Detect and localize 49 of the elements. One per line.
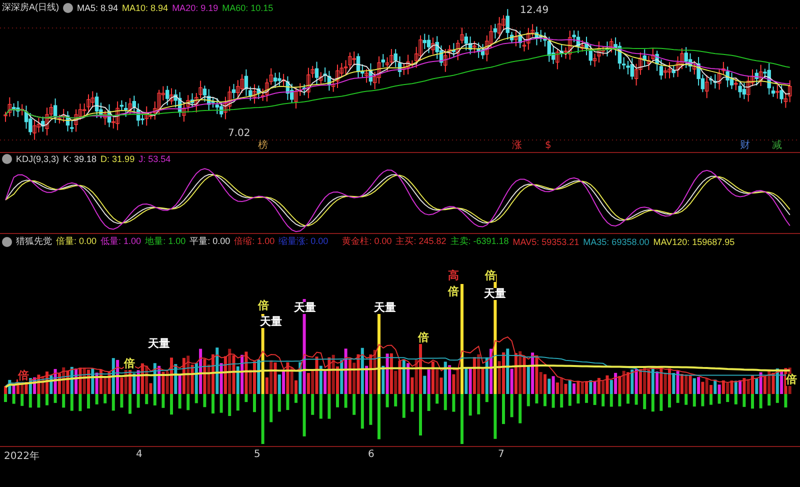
date-axis-label: 7 bbox=[498, 449, 504, 460]
event-tag[interactable]: $ bbox=[545, 140, 552, 152]
volume-signal-label: 天量 bbox=[260, 316, 282, 328]
event-tag[interactable]: 减 bbox=[772, 140, 782, 152]
indicator-value: 黄金柱: 0.00 bbox=[342, 235, 392, 248]
indicator-value: 倍缩: 1.00 bbox=[234, 235, 275, 248]
indicator-value: MA10: 8.94 bbox=[122, 2, 168, 12]
volume-signal-label: 倍 bbox=[485, 270, 496, 282]
indicator-value: J: 53.54 bbox=[138, 154, 171, 164]
event-tag[interactable]: 榜 bbox=[258, 140, 268, 152]
volume-signal-label: 倍 bbox=[18, 370, 29, 382]
volume-signal-label: 倍 bbox=[258, 300, 269, 312]
indicator-value: 主卖: -6391.18 bbox=[450, 235, 509, 248]
volume-signal-label: 倍 bbox=[786, 374, 797, 386]
indicator-value: 倍量: 0.00 bbox=[56, 235, 97, 248]
toggle-icon[interactable] bbox=[2, 236, 12, 246]
indicator-title: KDJ(9,3,3) bbox=[16, 154, 60, 164]
indicator-value: MA5: 8.94 bbox=[77, 2, 118, 12]
indicator-value: MA35: 69358.00 bbox=[583, 236, 650, 246]
indicator-value: 地量: 1.00 bbox=[145, 235, 186, 248]
volume-signal-label: 倍 bbox=[418, 332, 429, 344]
volume-signal-label: 高 bbox=[448, 270, 459, 282]
indicator-value: MA60: 10.15 bbox=[222, 2, 274, 12]
indicator-value: MAV120: 159687.95 bbox=[653, 236, 735, 246]
date-axis-label: 4 bbox=[136, 449, 142, 460]
event-tag[interactable]: 涨 bbox=[512, 140, 522, 152]
volume-signal-label: 天量 bbox=[484, 288, 506, 300]
low-price-label: 7.02 bbox=[228, 128, 250, 140]
indicator-value: 主买: 245.82 bbox=[396, 235, 446, 248]
date-axis-label: 5 bbox=[254, 449, 260, 460]
indicator-value: MA20: 9.19 bbox=[172, 2, 218, 12]
volume-signal-label: 天量 bbox=[374, 302, 396, 314]
indicator-value: K: 39.18 bbox=[63, 154, 97, 164]
date-axis-label: 6 bbox=[368, 449, 374, 460]
volume-signal-label: 天量 bbox=[148, 338, 170, 350]
volume-signal-label: 倍 bbox=[448, 286, 459, 298]
event-tag[interactable]: 财 bbox=[740, 140, 750, 152]
indicator-value: 缩量涨: 0.00 bbox=[278, 235, 328, 248]
indicator-value: 低量: 1.00 bbox=[100, 235, 142, 248]
indicator-value: MAV5: 59353.21 bbox=[512, 236, 580, 246]
stock-title: 深深房A(日线) bbox=[2, 1, 59, 14]
volume-signal-label: 天量 bbox=[294, 302, 316, 314]
indicator-value: D: 31.99 bbox=[100, 154, 135, 164]
toggle-icon[interactable] bbox=[2, 154, 12, 164]
indicator-title: 猎狐先觉 bbox=[16, 235, 52, 248]
volume-signal-label: 倍 bbox=[124, 358, 135, 370]
toggle-icon[interactable] bbox=[63, 2, 73, 12]
indicator-value: 平量: 0.00 bbox=[190, 235, 230, 248]
date-axis-label: 2022年 bbox=[4, 450, 40, 463]
